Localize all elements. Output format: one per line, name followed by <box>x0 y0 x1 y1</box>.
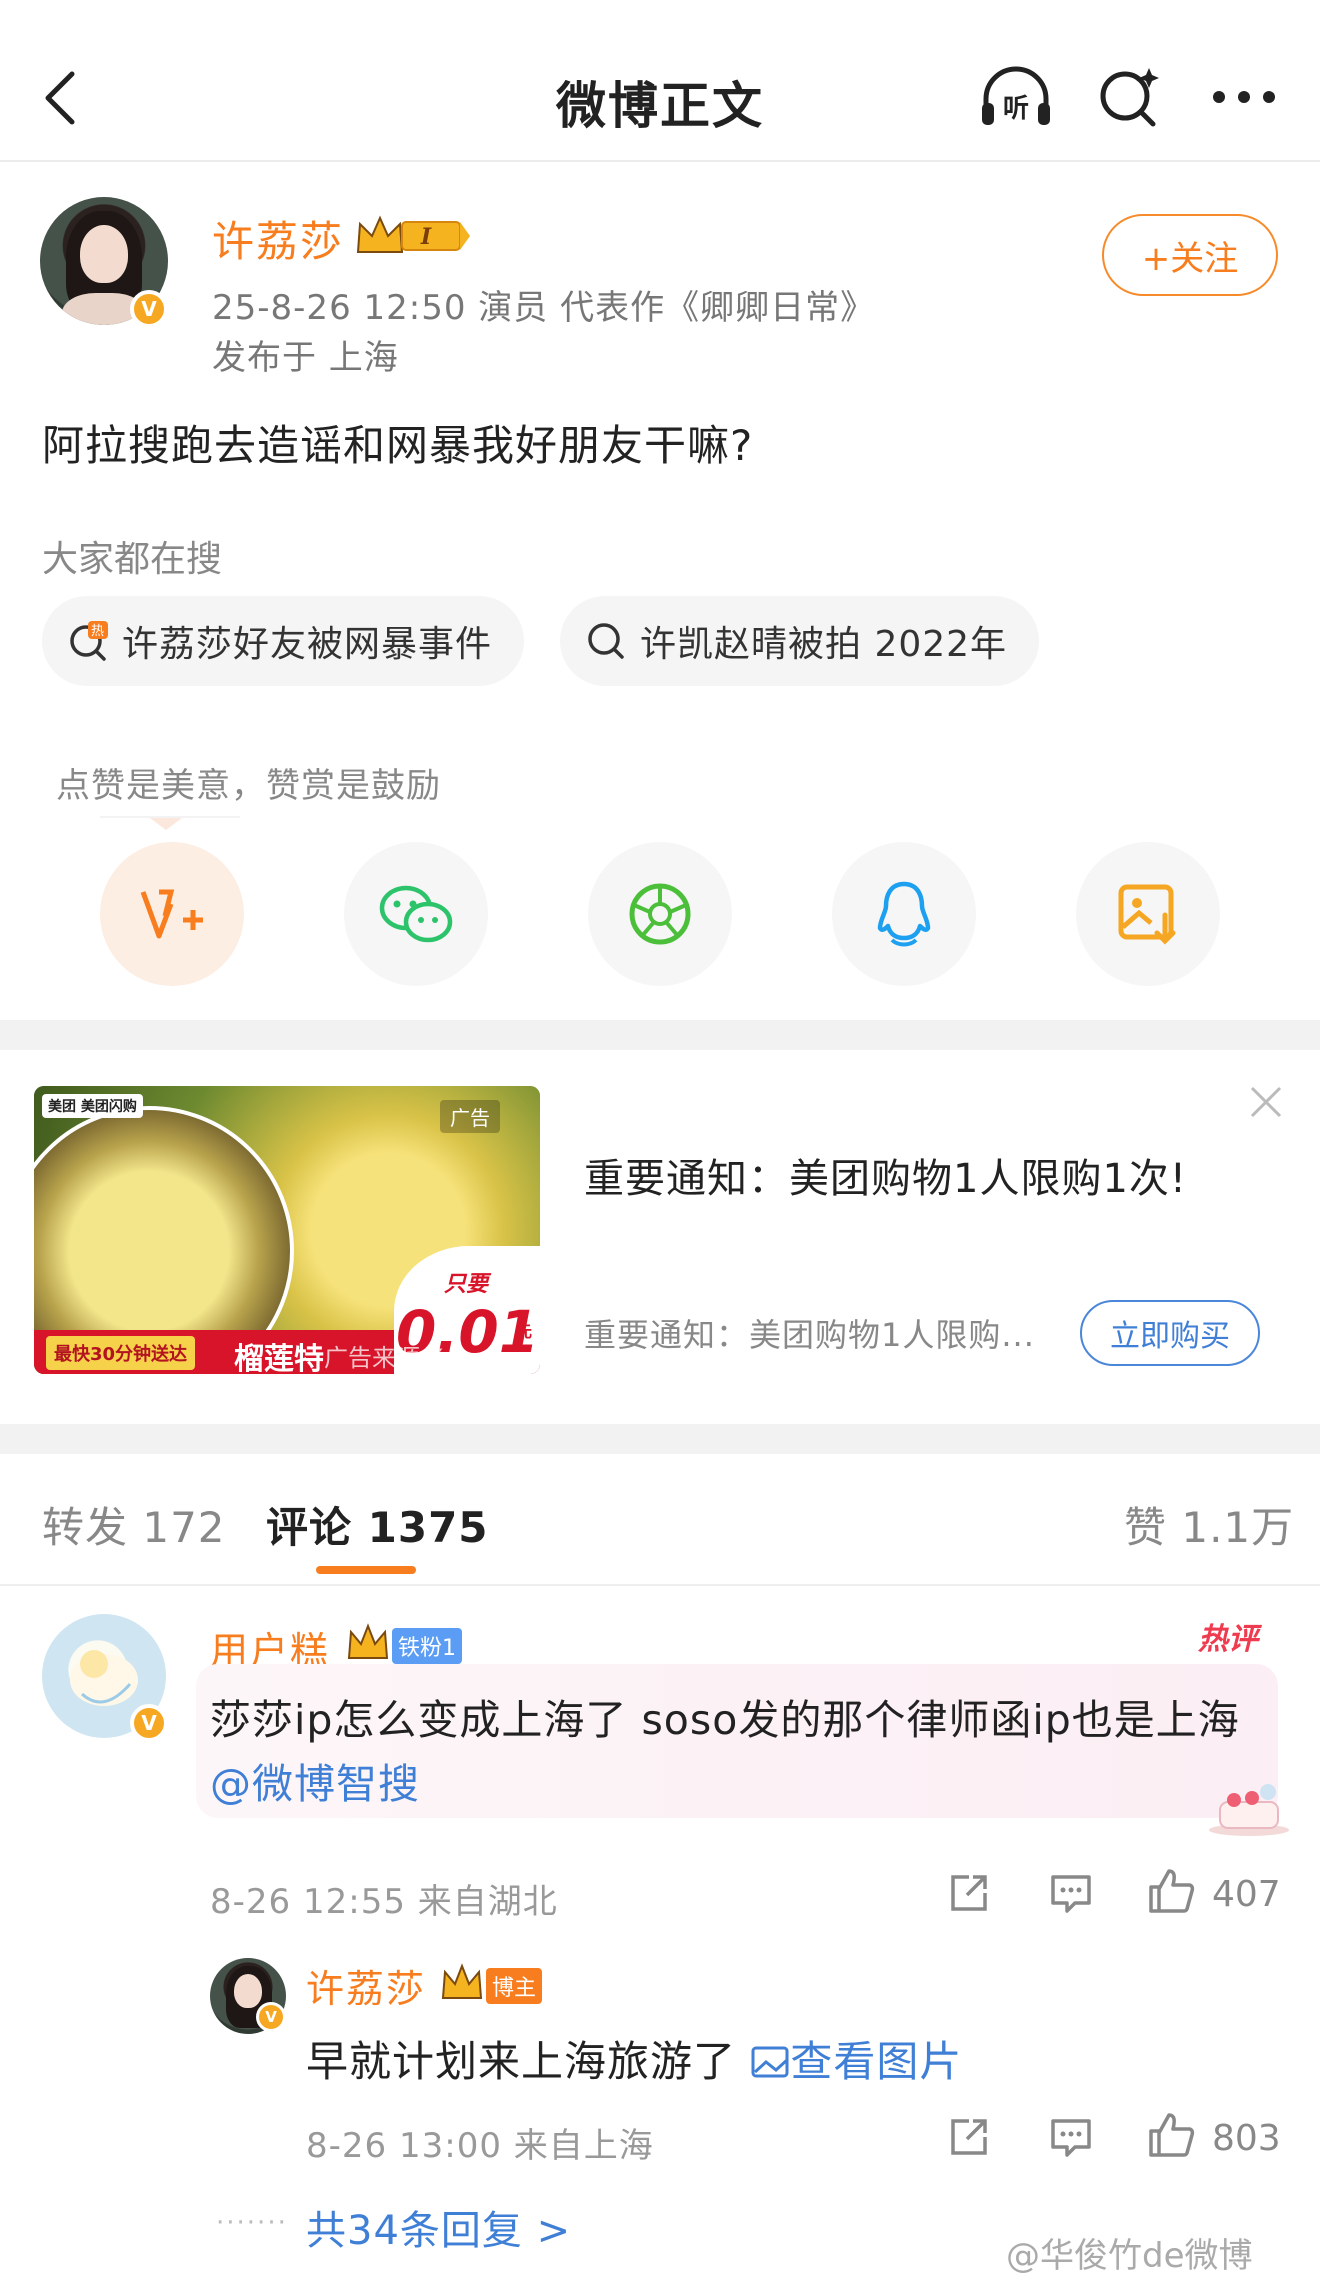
post-text: 阿拉搜跑去造谣和网暴我好朋友干嘛? <box>42 421 754 470</box>
ad-price-unit: 元 <box>516 1322 533 1341</box>
reply-icon[interactable] <box>1046 2112 1096 2162</box>
more-icon[interactable] <box>1204 62 1284 132</box>
author-name[interactable]: 许荔莎 <box>212 208 344 269</box>
ad-brand: 美团 美团闪购 <box>42 1094 143 1118</box>
like-icon[interactable] <box>1146 1866 1196 1916</box>
tip-arrow <box>150 818 182 830</box>
svg-text:听: 听 <box>1003 94 1029 124</box>
replier-name[interactable]: 许荔莎 <box>306 1958 426 2013</box>
trending-chip-1[interactable]: 热 许荔莎好友被网暴事件 <box>42 596 525 686</box>
reward-icon <box>140 889 203 939</box>
post-meta: 25-8-26 12:50 演员 代表作《卿卿日常》 <box>212 288 876 328</box>
section-divider <box>0 1424 1320 1454</box>
divider <box>0 1584 1320 1586</box>
tab-reposts[interactable]: 转发 172 <box>42 1494 226 1555</box>
dots-divider: ······· <box>216 2208 288 2238</box>
follow-button[interactable]: +关注 <box>1102 214 1278 296</box>
reply-time: 8-26 13:00 来自上海 <box>306 2126 654 2166</box>
image-icon <box>751 2046 789 2078</box>
author-badge: 博主 <box>486 1968 543 2004</box>
smart-search-icon[interactable] <box>1090 62 1170 132</box>
comment-text: 莎莎ip怎么变成上海了 soso发的那个律师函ip也是上海 @微博智搜 <box>210 1688 1250 1816</box>
verified-icon: V <box>130 290 168 328</box>
qq-icon <box>877 881 931 947</box>
ad-delivery-tag: 最快30分钟送达 <box>46 1336 196 1370</box>
trending-chip-2[interactable]: 许凯赵晴被拍 2022年 <box>560 596 1040 686</box>
mention-link[interactable]: @微博智搜 <box>210 1760 420 1808</box>
member-crown-icon: I <box>354 212 472 256</box>
comment-body: 莎莎ip怎么变成上海了 soso发的那个律师函ip也是上海 <box>210 1696 1240 1744</box>
moments-share-button[interactable] <box>588 842 732 986</box>
like-icon[interactable] <box>1146 2110 1196 2160</box>
ad-title[interactable]: 重要通知：美团购物1人限购1次! <box>584 1146 1187 1204</box>
save-image-button[interactable] <box>1076 842 1220 986</box>
hot-search-icon: 热 <box>70 621 108 661</box>
verified-icon: V <box>130 1704 168 1742</box>
ad-product-tag: 榴莲特 <box>234 1342 324 1374</box>
trending-label: 大家都在搜 <box>42 539 223 580</box>
top-bar: 微博正文 听 <box>0 0 1320 162</box>
tab-likes[interactable]: 赞 1.1万 <box>1124 1494 1294 1555</box>
view-image-link[interactable]: 查看图片 <box>750 2037 962 2086</box>
share-icon[interactable] <box>944 1868 994 1918</box>
fan-badge: 铁粉1 <box>392 1628 462 1664</box>
share-icon[interactable] <box>944 2112 994 2162</box>
moments-icon <box>629 883 691 945</box>
like-count: 407 <box>1212 1874 1281 1915</box>
ad-price-label: 只要 <box>444 1272 489 1297</box>
qq-share-button[interactable] <box>832 842 976 986</box>
ad-image[interactable]: 美团 美团闪购 广告 最快30分钟送达 榴莲特 只要 0.01 元 广告来源 Y… <box>34 1086 540 1374</box>
listen-icon[interactable]: 听 <box>976 62 1056 132</box>
save-image-icon <box>1118 884 1176 945</box>
ad-subtitle: 重要通知：美团购物1人限购... <box>584 1316 1035 1354</box>
section-divider <box>0 1020 1320 1050</box>
chip-label: 许凯赵晴被拍 2022年 <box>640 624 1008 665</box>
tab-comments[interactable]: 评论 1375 <box>266 1494 489 1555</box>
member-crown-icon <box>440 1962 484 2002</box>
close-icon[interactable] <box>1246 1082 1286 1122</box>
chip-label: 许荔莎好友被网暴事件 <box>122 624 493 665</box>
cake-sticker-icon <box>1206 1772 1292 1838</box>
member-crown-icon <box>346 1622 390 1662</box>
reply-icon[interactable] <box>1046 1868 1096 1918</box>
ad-source: 广告来源 Ycan <box>324 1344 486 1372</box>
more-replies-link[interactable]: 共34条回复 > <box>306 2198 571 2256</box>
ad-label: 广告 <box>440 1100 500 1133</box>
verified-icon: V <box>256 2002 286 2032</box>
hot-comment-tag: 热评 <box>1198 1622 1258 1657</box>
active-tab-indicator <box>316 1566 416 1574</box>
svg-text:I: I <box>420 224 432 250</box>
buy-now-button[interactable]: 立即购买 <box>1080 1300 1260 1366</box>
post-location: 发布于 上海 <box>212 338 399 378</box>
view-image-label: 查看图片 <box>790 2037 963 2086</box>
like-count: 803 <box>1212 2118 1281 2159</box>
search-icon <box>588 623 624 659</box>
reward-tip: 点赞是美意，赞赏是鼓励 <box>56 766 441 806</box>
wechat-share-button[interactable] <box>344 842 488 986</box>
reply-body: 早就计划来上海旅游了 <box>306 2037 737 2086</box>
reply-text: 早就计划来上海旅游了 查看图片 <box>306 2028 962 2089</box>
watermark: @华俊竹de微博 <box>1006 2236 1253 2276</box>
wechat-icon <box>379 885 453 943</box>
svg-text:热: 热 <box>91 624 105 639</box>
comment-time: 8-26 12:55 来自湖北 <box>210 1882 558 1922</box>
reward-button[interactable] <box>100 842 244 986</box>
